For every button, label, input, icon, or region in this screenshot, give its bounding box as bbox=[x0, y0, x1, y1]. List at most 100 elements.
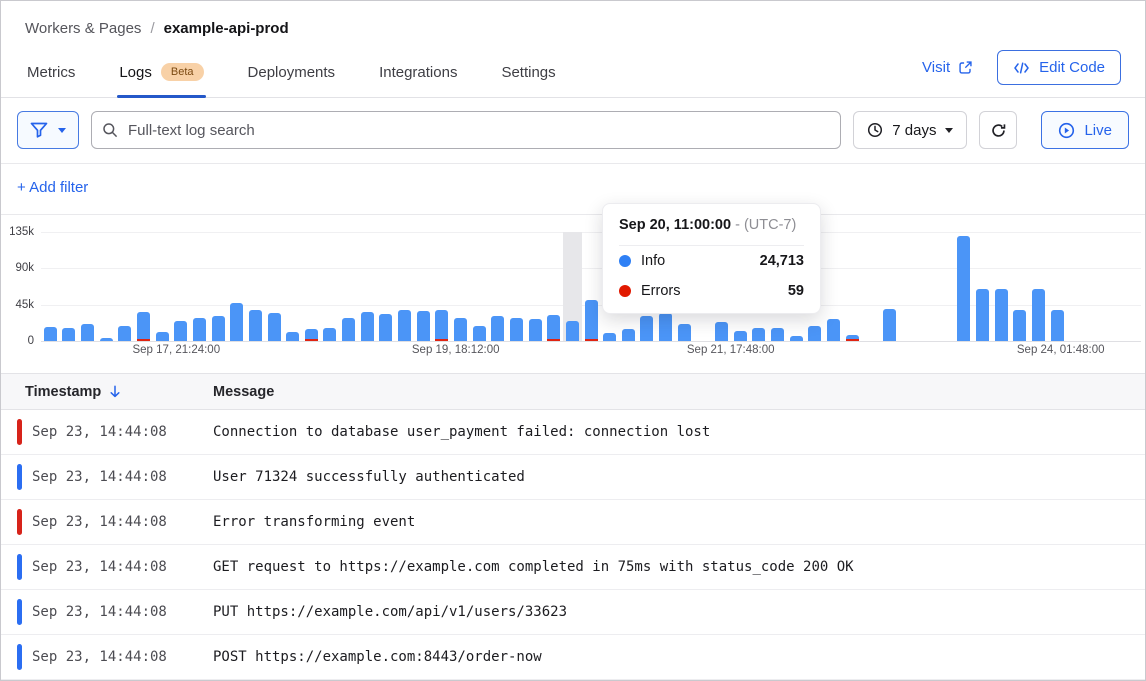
x-axis-label: Sep 17, 21:24:00 bbox=[132, 344, 220, 356]
chart-gridline bbox=[41, 232, 1141, 233]
breadcrumb: Workers & Pages / example-api-prod bbox=[1, 1, 1145, 50]
table-row[interactable]: Sep 23, 14:44:08 GET request to https://e… bbox=[1, 545, 1145, 590]
chart-bar-info[interactable] bbox=[174, 321, 187, 341]
chart-bar-info[interactable] bbox=[622, 329, 635, 341]
chart-bar-info[interactable] bbox=[286, 332, 299, 341]
chart-gridline bbox=[41, 341, 1141, 342]
chart-bar-info[interactable] bbox=[1032, 289, 1045, 341]
chart-bar-info[interactable] bbox=[995, 289, 1008, 341]
tab-label: Logs bbox=[119, 64, 152, 81]
severity-indicator bbox=[17, 509, 22, 535]
tab-label: Settings bbox=[501, 64, 555, 81]
breadcrumb-separator: / bbox=[150, 20, 154, 37]
table-row[interactable]: Sep 23, 14:44:08PUT https://example.com/… bbox=[1, 590, 1145, 635]
message-header-label: Message bbox=[213, 384, 274, 400]
chart-bar-info[interactable] bbox=[510, 318, 523, 341]
tab-settings[interactable]: Settings bbox=[499, 56, 557, 97]
chart-bar-info[interactable] bbox=[62, 328, 75, 341]
chart-bar-info[interactable] bbox=[846, 335, 859, 339]
tab-integrations[interactable]: Integrations bbox=[377, 56, 459, 97]
chart-bar-info[interactable] bbox=[361, 312, 374, 341]
chart-bar-info[interactable] bbox=[790, 336, 803, 341]
chart-bar-info[interactable] bbox=[827, 319, 840, 341]
table-row[interactable]: Sep 23, 14:44:08POST https://example.com… bbox=[1, 635, 1145, 680]
search-input[interactable] bbox=[91, 111, 841, 149]
chart-bar-info[interactable] bbox=[305, 329, 318, 339]
chart-bar-errors[interactable] bbox=[435, 339, 448, 341]
code-icon bbox=[1013, 61, 1030, 75]
chart-bar-info[interactable] bbox=[212, 316, 225, 341]
table-row[interactable]: Sep 23, 14:44:08Connection to database u… bbox=[1, 410, 1145, 455]
log-timestamp: Sep 23, 14:44:08 bbox=[32, 559, 167, 575]
chart-bar-info[interactable] bbox=[603, 333, 616, 341]
chart-bar-info[interactable] bbox=[715, 322, 728, 341]
tab-metrics[interactable]: Metrics bbox=[25, 56, 77, 97]
tab-deployments[interactable]: Deployments bbox=[246, 56, 338, 97]
live-button[interactable]: Live bbox=[1041, 111, 1129, 149]
tab-actions: Visit Edit Code bbox=[922, 50, 1121, 97]
chart-bar-info[interactable] bbox=[585, 300, 598, 339]
chart-bar-info[interactable] bbox=[547, 315, 560, 339]
chart-bar-errors[interactable] bbox=[305, 339, 318, 341]
edit-code-button[interactable]: Edit Code bbox=[997, 50, 1121, 85]
chart-bar-info[interactable] bbox=[44, 327, 57, 341]
tab-logs[interactable]: Logs Beta bbox=[117, 55, 205, 97]
chart-bar-info[interactable] bbox=[771, 328, 784, 341]
chart-bar-info[interactable] bbox=[976, 289, 989, 341]
chart-bar-info[interactable] bbox=[491, 316, 504, 341]
chart-bar-info[interactable] bbox=[529, 319, 542, 341]
timestamp-cell: Sep 23, 14:44:08 bbox=[1, 644, 197, 670]
log-timestamp: Sep 23, 14:44:08 bbox=[32, 604, 167, 620]
table-row[interactable]: Sep 23, 14:44:08User 71324 successfully … bbox=[1, 455, 1145, 500]
visit-link[interactable]: Visit bbox=[922, 59, 973, 76]
chart-bar-info[interactable] bbox=[342, 318, 355, 341]
chart-bar-info[interactable] bbox=[808, 326, 821, 341]
time-range-button[interactable]: 7 days bbox=[853, 111, 967, 149]
add-filter-button[interactable]: + Add filter bbox=[17, 179, 88, 196]
chart-bar-info[interactable] bbox=[417, 311, 430, 341]
chart-bar-info[interactable] bbox=[268, 313, 281, 341]
chart-bar-info[interactable] bbox=[323, 328, 336, 341]
tooltip-series-label: Info bbox=[641, 253, 665, 269]
chart-bar-errors[interactable] bbox=[137, 339, 150, 341]
chart-bar-info[interactable] bbox=[734, 331, 747, 341]
chart-bar-info[interactable] bbox=[454, 318, 467, 341]
search-icon bbox=[102, 122, 118, 138]
chart-bar-info[interactable] bbox=[883, 309, 896, 341]
breadcrumb-root-link[interactable]: Workers & Pages bbox=[25, 20, 141, 37]
chart-bar-info[interactable] bbox=[473, 326, 486, 341]
filter-menu-button[interactable] bbox=[17, 111, 79, 149]
chart-bar-info[interactable] bbox=[118, 326, 131, 341]
chart-bar-info[interactable] bbox=[957, 236, 970, 341]
chart-bar-info[interactable] bbox=[659, 313, 672, 341]
external-link-icon bbox=[958, 60, 973, 75]
chart-bar-info[interactable] bbox=[249, 310, 262, 341]
chart-bar-info[interactable] bbox=[640, 316, 653, 341]
table-row[interactable]: Sep 23, 14:44:08Error transforming event bbox=[1, 500, 1145, 545]
chart-bar-info[interactable] bbox=[566, 321, 579, 341]
timestamp-cell: Sep 23, 14:44:08 bbox=[1, 464, 197, 490]
chart-bar-info[interactable] bbox=[230, 303, 243, 341]
x-axis-label: Sep 21, 17:48:00 bbox=[687, 344, 775, 356]
severity-indicator bbox=[17, 644, 22, 670]
chart-bar-info[interactable] bbox=[100, 338, 113, 341]
chart-bar-info[interactable] bbox=[435, 310, 448, 339]
chart-bar-info[interactable] bbox=[678, 324, 691, 341]
chart-bar-info[interactable] bbox=[193, 318, 206, 341]
chart-bar-errors[interactable] bbox=[547, 339, 560, 341]
log-message: GET request to https://example.com compl… bbox=[197, 559, 1145, 575]
chart-bar-info[interactable] bbox=[137, 312, 150, 339]
add-filter-row: + Add filter bbox=[1, 164, 1145, 215]
chart-bar-info[interactable] bbox=[1013, 310, 1026, 341]
chart-bar-info[interactable] bbox=[1051, 310, 1064, 341]
chart-bar-info[interactable] bbox=[81, 324, 94, 341]
chart-bar-info[interactable] bbox=[379, 314, 392, 341]
chart-bar-errors[interactable] bbox=[585, 339, 598, 341]
chart-bar-errors[interactable] bbox=[846, 339, 859, 341]
refresh-button[interactable] bbox=[979, 111, 1017, 149]
chart-bar-info[interactable] bbox=[752, 328, 765, 341]
chart-bar-info[interactable] bbox=[156, 332, 169, 341]
tooltip-row-errors: Errors 59 bbox=[619, 276, 804, 306]
chart-bar-info[interactable] bbox=[398, 310, 411, 341]
timestamp-column-header[interactable]: Timestamp bbox=[1, 384, 197, 400]
